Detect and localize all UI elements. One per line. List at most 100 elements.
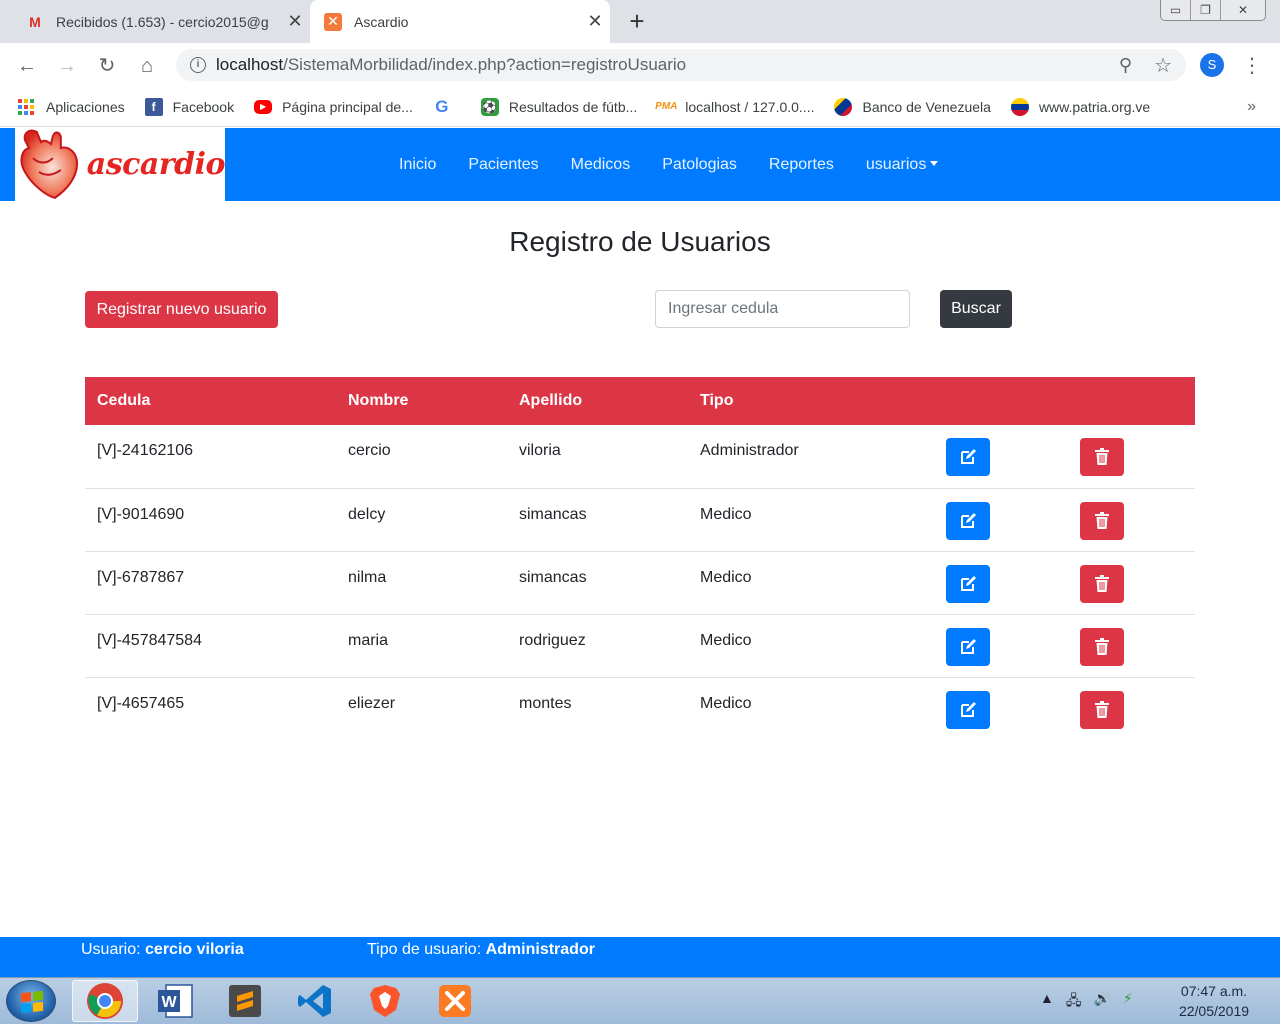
- nav-medicos[interactable]: Medicos: [555, 156, 647, 174]
- forward-arrow-icon[interactable]: →: [52, 51, 82, 81]
- new-tab-button[interactable]: +: [622, 6, 652, 36]
- nav-usuarios-dropdown[interactable]: usuarios: [850, 156, 954, 174]
- close-tab-icon[interactable]: ✕: [280, 11, 310, 32]
- facebook-icon: f: [144, 97, 163, 116]
- bookmark-google[interactable]: G: [433, 96, 461, 116]
- cell-edit: [934, 677, 1068, 740]
- cell-nombre: eliezer: [348, 694, 396, 712]
- bookmark-banco-venezuela[interactable]: Banco de Venezuela: [834, 97, 991, 116]
- home-icon[interactable]: ⌂: [132, 51, 162, 81]
- search-button[interactable]: Buscar: [940, 290, 1012, 328]
- start-button[interactable]: [6, 980, 56, 1022]
- cell-delete: [1068, 551, 1195, 614]
- header-apellido: Apellido: [519, 392, 583, 409]
- bookmark-soccer[interactable]: ⚽ Resultados de fútb...: [480, 97, 638, 116]
- bookmark-star-icon[interactable]: ☆: [1154, 53, 1172, 78]
- close-window-button[interactable]: ✕: [1221, 0, 1265, 20]
- taskbar-vscode[interactable]: [282, 980, 348, 1022]
- nav-inicio[interactable]: Inicio: [383, 156, 452, 174]
- brand-logo[interactable]: ascardio: [15, 128, 226, 201]
- cell-delete: [1068, 614, 1195, 677]
- bank-icon: [834, 97, 853, 116]
- sublime-text-icon: [229, 985, 261, 1017]
- delete-user-button[interactable]: [1080, 627, 1124, 666]
- close-tab-icon[interactable]: ✕: [580, 11, 610, 32]
- edit-icon: [959, 638, 977, 656]
- taskbar-brave[interactable]: [352, 980, 418, 1022]
- table-row: [V]-457847584 maria rodriguez Medico: [85, 614, 1195, 677]
- cell-apellido: viloria: [519, 442, 561, 459]
- nav-patologias[interactable]: Patologias: [646, 156, 753, 174]
- edit-user-button[interactable]: [946, 501, 990, 540]
- cell-cedula: [V]-457847584: [97, 631, 202, 649]
- cell-tipo: Medico: [700, 568, 752, 586]
- apps-icon: [18, 98, 34, 115]
- bookmarks-overflow-icon[interactable]: »: [1247, 98, 1256, 116]
- taskbar-xampp[interactable]: [422, 980, 488, 1022]
- url-host: localhost: [216, 55, 284, 74]
- minimize-button[interactable]: ▭: [1161, 0, 1191, 20]
- edit-user-button[interactable]: [946, 438, 990, 476]
- users-table: Cedula Nombre Apellido Tipo [V]-24162106…: [85, 377, 1195, 740]
- cell-tipo: Medico: [700, 694, 752, 712]
- nav-pacientes[interactable]: Pacientes: [452, 156, 554, 174]
- register-new-user-button[interactable]: Registrar nuevo usuario: [85, 291, 278, 328]
- bookmark-apps[interactable]: Aplicaciones: [18, 98, 125, 115]
- page-title: Registro de Usuarios: [509, 226, 771, 257]
- edit-user-button[interactable]: [946, 627, 990, 666]
- bookmark-label: Resultados de fútb...: [508, 98, 638, 115]
- bookmark-phpmyadmin[interactable]: PMA localhost / 127.0.0....: [655, 98, 814, 116]
- brand-name: ascardio: [86, 147, 226, 182]
- back-arrow-icon[interactable]: ←: [12, 51, 42, 81]
- edit-user-button[interactable]: [946, 564, 990, 603]
- table-row: [V]-9014690 delcy simancas Medico: [85, 488, 1195, 551]
- bookmark-facebook[interactable]: f Facebook: [144, 97, 234, 116]
- network-icon[interactable]: 🖧: [1066, 990, 1082, 1014]
- address-bar[interactable]: i localhost/SistemaMorbilidad/index.php?…: [176, 49, 1186, 81]
- zoom-icon[interactable]: ⚲: [1119, 55, 1132, 76]
- bookmark-patria[interactable]: www.patria.org.ve: [1010, 97, 1150, 116]
- browser-menu-icon[interactable]: ⋮: [1240, 51, 1264, 81]
- youtube-icon: ▶: [254, 99, 273, 114]
- app-navbar: ascardio Inicio Pacientes Medicos Patolo…: [0, 128, 1280, 201]
- clock-time: 07:47 a.m.: [1180, 983, 1248, 999]
- delete-user-button[interactable]: [1080, 690, 1124, 729]
- tab-gmail[interactable]: M Recibidos (1.653) - cercio2015@g ✕: [14, 0, 310, 43]
- nav-reportes[interactable]: Reportes: [753, 156, 850, 174]
- tab-title: Recibidos (1.653) - cercio2015@g: [56, 13, 269, 30]
- tab-ascardio[interactable]: ✕ Ascardio ✕: [310, 0, 610, 43]
- status-footer: Usuario: cercio viloria Tipo de usuario:…: [0, 937, 1280, 977]
- cell-delete: [1068, 425, 1195, 488]
- delete-user-button[interactable]: [1080, 438, 1124, 476]
- trash-icon: [1094, 700, 1110, 719]
- trash-icon: [1094, 574, 1110, 593]
- taskbar-word[interactable]: W: [142, 980, 208, 1022]
- profile-avatar[interactable]: S: [1200, 53, 1224, 77]
- vscode-icon: [298, 985, 331, 1017]
- taskbar-clock[interactable]: 07:47 a.m. 22/05/2019: [1168, 981, 1260, 1021]
- info-icon[interactable]: i: [190, 57, 206, 73]
- taskbar-chrome[interactable]: [72, 980, 138, 1022]
- delete-user-button[interactable]: [1080, 564, 1124, 603]
- edit-user-button[interactable]: [946, 690, 990, 729]
- reload-icon[interactable]: ↻: [92, 51, 122, 81]
- chrome-icon: [87, 983, 123, 1019]
- delete-user-button[interactable]: [1080, 501, 1124, 540]
- footer-user: Usuario: cercio viloria: [81, 941, 244, 959]
- clock-date: 22/05/2019: [1178, 1003, 1250, 1019]
- restore-button[interactable]: ❐: [1191, 0, 1221, 20]
- power-icon[interactable]: ⚡: [1123, 990, 1133, 1014]
- bookmark-youtube[interactable]: ▶ Página principal de...: [254, 99, 413, 115]
- word-icon: W: [158, 984, 193, 1018]
- taskbar-sublime-text[interactable]: [212, 980, 278, 1022]
- window-controls: ▭ ❐ ✕: [1160, 0, 1266, 21]
- brave-icon: [370, 985, 400, 1017]
- table-row: [V]-24162106 cercio viloria Administrador: [85, 425, 1195, 488]
- footer-user-type: Tipo de usuario: Administrador: [367, 941, 595, 959]
- show-hidden-icons-icon[interactable]: ▲: [1040, 990, 1054, 1014]
- edit-icon: [959, 701, 977, 719]
- gmail-icon: M: [29, 13, 41, 30]
- cedula-search-input[interactable]: [655, 290, 910, 328]
- google-icon: G: [435, 96, 449, 116]
- volume-icon[interactable]: 🔊: [1093, 990, 1110, 1014]
